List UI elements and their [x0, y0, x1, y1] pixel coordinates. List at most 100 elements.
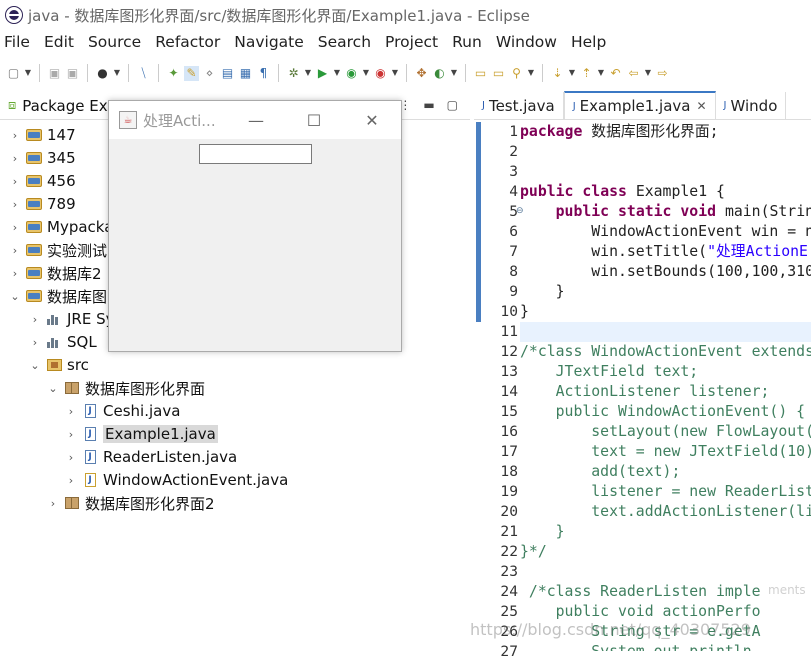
debug-icon[interactable]: ✲ — [286, 66, 301, 81]
new-class-dropdown-icon[interactable]: ▼ — [450, 66, 458, 81]
tree-item-project[interactable]: › 456 — [8, 170, 76, 192]
action-window-titlebar[interactable]: ☕ 处理Acti... — ☐ ✕ — [109, 101, 401, 139]
expand-icon[interactable]: › — [64, 428, 78, 441]
task-icon[interactable]: ▤ — [220, 66, 235, 81]
code-line: }*/ — [520, 543, 547, 560]
save-all-icon[interactable]: ▣ — [65, 66, 80, 81]
code-text-area[interactable]: package 数据库图形化界面; public class Example1 {… — [520, 122, 811, 651]
coverage-dropdown-icon[interactable]: ▼ — [362, 66, 370, 81]
new-icon[interactable]: ▢ — [6, 66, 21, 81]
forward-icon[interactable]: ⇨ — [655, 66, 670, 81]
maximize-button[interactable]: ☐ — [285, 101, 343, 139]
tree-item-project[interactable]: › 345 — [8, 147, 76, 169]
next-annotation-icon[interactable]: ⇣ — [550, 66, 565, 81]
expand-icon[interactable]: › — [8, 267, 22, 280]
collapse-icon[interactable]: ⌄ — [8, 290, 22, 303]
new-class-icon[interactable]: ◐ — [432, 66, 447, 81]
menu-file[interactable]: File — [4, 33, 30, 51]
user-dropdown-icon[interactable]: ▼ — [113, 66, 121, 81]
prev-annotation-icon[interactable]: ⇡ — [579, 66, 594, 81]
expand-icon[interactable]: › — [8, 244, 22, 257]
tree-item-file[interactable]: › J Ceshi.java — [64, 400, 181, 422]
tree-item-project[interactable]: › 147 — [8, 124, 76, 146]
save-icon[interactable]: ▣ — [47, 66, 62, 81]
highlight-icon[interactable]: ✎ — [184, 65, 199, 81]
run-dropdown-icon[interactable]: ▼ — [333, 66, 341, 81]
minimize-view-icon[interactable]: ▬ — [423, 98, 434, 112]
tree-item-label: src — [67, 356, 89, 374]
menu-project[interactable]: Project — [385, 33, 438, 51]
expand-icon[interactable]: › — [28, 336, 42, 349]
expand-icon[interactable]: › — [28, 313, 42, 326]
expand-icon[interactable]: › — [64, 474, 78, 487]
external-tools-dropdown-icon[interactable]: ▼ — [391, 66, 399, 81]
maximize-view-icon[interactable]: ▢ — [447, 98, 458, 112]
tree-item-project[interactable]: › Mypacka — [8, 216, 114, 238]
tree-item-project-expanded[interactable]: ⌄ 数据库图 — [8, 285, 107, 307]
expand-icon[interactable]: › — [8, 129, 22, 142]
expand-icon[interactable]: › — [8, 152, 22, 165]
expand-icon[interactable]: › — [8, 175, 22, 188]
back-icon[interactable]: ⇦ — [626, 66, 641, 81]
tree-item-package[interactable]: › 数据库图形化界面2 — [46, 492, 215, 514]
skip-breakpoints-icon[interactable]: ⧹ — [136, 66, 151, 81]
minimize-button[interactable]: — — [227, 101, 285, 139]
external-tools-icon[interactable]: ◉ — [373, 66, 388, 81]
expand-icon[interactable]: › — [64, 405, 78, 418]
tab-test-java[interactable]: J Test.java — [474, 92, 564, 119]
expand-icon[interactable]: › — [64, 451, 78, 464]
annotation-icon[interactable]: ⋄ — [202, 66, 217, 81]
open-folder-icon[interactable]: ▭ — [491, 66, 506, 81]
menu-edit[interactable]: Edit — [44, 33, 74, 51]
new-dropdown-icon[interactable]: ▼ — [24, 66, 32, 81]
tree-item-library[interactable]: › SQL — [28, 331, 97, 353]
tree-item-file[interactable]: › J ReaderListen.java — [64, 446, 237, 468]
collapse-icon[interactable]: ⌄ — [28, 359, 42, 372]
java-file-icon: J — [82, 404, 98, 418]
expand-icon[interactable]: › — [8, 221, 22, 234]
debug-dropdown-icon[interactable]: ▼ — [304, 66, 312, 81]
collapse-icon[interactable]: ⌄ — [46, 382, 60, 395]
toolbar-separator — [278, 64, 279, 82]
search-icon[interactable]: ⚲ — [509, 66, 524, 81]
tab-example1-java[interactable]: J Example1.java ✕ — [563, 91, 716, 119]
back-dropdown-icon[interactable]: ▼ — [644, 66, 652, 81]
menu-refactor[interactable]: Refactor — [155, 33, 220, 51]
java-file-icon: J — [482, 100, 485, 111]
user-icon[interactable]: ● — [95, 66, 110, 81]
pilcrow-icon[interactable]: ¶ — [256, 66, 271, 81]
tree-item-label: 147 — [47, 126, 76, 144]
tree-item-project[interactable]: › 789 — [8, 193, 76, 215]
next-annotation-dropdown-icon[interactable]: ▼ — [568, 66, 576, 81]
tree-item-project[interactable]: › 实验测试 — [8, 239, 107, 261]
run-icon[interactable]: ▶ — [315, 66, 330, 81]
last-edit-icon[interactable]: ↶ — [608, 66, 623, 81]
close-button[interactable]: ✕ — [343, 101, 401, 139]
menu-window[interactable]: Window — [496, 33, 557, 51]
eclipse-icon — [6, 7, 22, 23]
new-java-package-icon[interactable]: ✥ — [414, 66, 429, 81]
code-line: text = new JTextField(10) — [520, 443, 811, 460]
text-field[interactable] — [199, 144, 312, 164]
tree-item-file-selected[interactable]: › J Example1.java — [64, 423, 218, 445]
lightbulb-icon[interactable]: ✦ — [166, 66, 181, 81]
coverage-icon[interactable]: ◉ — [344, 66, 359, 81]
close-tab-icon[interactable]: ✕ — [696, 99, 706, 113]
open-type-icon[interactable]: ▭ — [473, 66, 488, 81]
tree-item-source-folder[interactable]: ⌄ src — [28, 354, 89, 376]
menu-search[interactable]: Search — [318, 33, 371, 51]
tree-item-file[interactable]: › J WindowActionEvent.java — [64, 469, 289, 491]
tab-windowactionevent-java[interactable]: J Windo — [716, 92, 787, 119]
expand-icon[interactable]: › — [46, 497, 60, 510]
tree-item-library[interactable]: › JRE Sy — [28, 308, 115, 330]
search-dropdown-icon[interactable]: ▼ — [527, 66, 535, 81]
prev-annotation-dropdown-icon[interactable]: ▼ — [597, 66, 605, 81]
menu-run[interactable]: Run — [452, 33, 482, 51]
show-whitespace-icon[interactable]: ▦ — [238, 66, 253, 81]
menu-navigate[interactable]: Navigate — [234, 33, 304, 51]
expand-icon[interactable]: › — [8, 198, 22, 211]
tree-item-package[interactable]: ⌄ 数据库图形化界面 — [46, 377, 205, 399]
menu-source[interactable]: Source — [88, 33, 141, 51]
menu-help[interactable]: Help — [571, 33, 606, 51]
tree-item-project[interactable]: › 数据库2 — [8, 262, 102, 284]
